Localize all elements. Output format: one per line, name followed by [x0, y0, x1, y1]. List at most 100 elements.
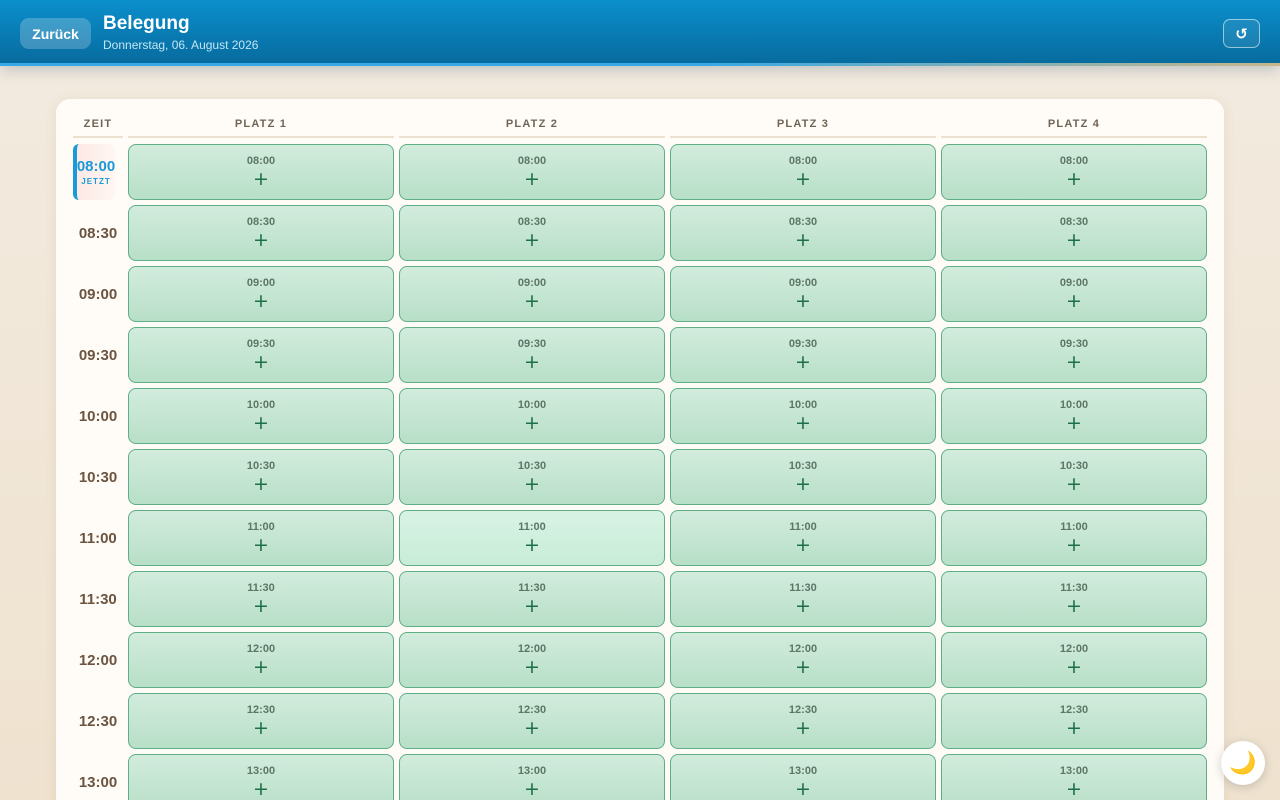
booking-slot[interactable]: 09:30 + — [941, 327, 1207, 383]
page-title: Belegung — [103, 13, 190, 34]
booking-slot[interactable]: 08:30 + — [670, 205, 936, 261]
slot-time: 10:30 — [1059, 460, 1089, 472]
add-booking-icon: + — [1066, 473, 1082, 495]
booking-slot[interactable]: 10:30 + — [128, 449, 394, 505]
slot-time: 11:30 — [1060, 582, 1088, 594]
time-row-label: 10:30 — [78, 468, 118, 486]
booking-slot[interactable]: 09:00 + — [128, 266, 394, 322]
slot-time: 13:00 — [246, 765, 276, 777]
booking-slot[interactable]: 10:00 + — [670, 388, 936, 444]
back-button[interactable]: Zurück — [20, 18, 91, 49]
add-booking-icon: + — [524, 595, 540, 617]
booking-slot[interactable]: 12:00 + — [941, 632, 1207, 688]
booking-slot[interactable]: 12:00 + — [128, 632, 394, 688]
booking-slot[interactable]: 10:30 + — [941, 449, 1207, 505]
booking-slot[interactable]: 09:30 + — [670, 327, 936, 383]
booking-slot[interactable]: 11:00 + — [941, 510, 1207, 566]
time-row-label: 09:30 — [78, 346, 118, 364]
booking-slot[interactable]: 11:00 + — [128, 510, 394, 566]
slot-time: 12:00 — [517, 643, 547, 655]
booking-slot[interactable]: 11:30 + — [399, 571, 665, 627]
add-booking-icon: + — [524, 717, 540, 739]
add-booking-icon: + — [795, 351, 811, 373]
court-header: PLATZ 2 — [399, 118, 665, 138]
slot-time: 08:30 — [517, 216, 547, 228]
slot-time: 10:30 — [788, 460, 818, 472]
booking-slot[interactable]: 09:00 + — [399, 266, 665, 322]
booking-slot[interactable]: 12:30 + — [670, 693, 936, 749]
booking-slot[interactable]: 11:00 + — [670, 510, 936, 566]
booking-slot[interactable]: 11:30 + — [670, 571, 936, 627]
booking-slot[interactable]: 12:30 + — [128, 693, 394, 749]
slot-time: 10:30 — [517, 460, 547, 472]
booking-slot[interactable]: 11:00 + — [399, 510, 665, 566]
booking-slot[interactable]: 09:00 + — [941, 266, 1207, 322]
add-booking-icon: + — [1066, 717, 1082, 739]
slot-time: 09:30 — [246, 338, 276, 350]
app-header: Zurück Belegung Donnerstag, 06. August 2… — [0, 0, 1280, 66]
add-booking-icon: + — [1066, 351, 1082, 373]
current-time-label: 08:00 — [76, 157, 116, 175]
current-time-marker: 08:00 JETZT — [73, 144, 115, 200]
slot-time: 08:00 — [1059, 155, 1089, 167]
booking-slot[interactable]: 12:30 + — [399, 693, 665, 749]
booking-slot[interactable]: 08:00 + — [399, 144, 665, 200]
slot-time: 12:30 — [246, 704, 276, 716]
slot-time: 11:00 — [1060, 521, 1088, 533]
booking-slot[interactable]: 12:30 + — [941, 693, 1207, 749]
add-booking-icon: + — [253, 778, 269, 800]
slot-time: 09:00 — [788, 277, 818, 289]
add-booking-icon: + — [524, 412, 540, 434]
booking-slot[interactable]: 10:00 + — [941, 388, 1207, 444]
booking-slot[interactable]: 08:30 + — [941, 205, 1207, 261]
slot-time: 09:30 — [788, 338, 818, 350]
theme-toggle-button[interactable]: 🌙 — [1221, 741, 1265, 785]
slot-time: 09:30 — [517, 338, 547, 350]
slot-time: 11:00 — [518, 521, 546, 533]
booking-slot[interactable]: 11:30 + — [941, 571, 1207, 627]
add-booking-icon: + — [524, 656, 540, 678]
booking-slot[interactable]: 10:30 + — [670, 449, 936, 505]
add-booking-icon: + — [795, 656, 811, 678]
add-booking-icon: + — [253, 656, 269, 678]
slot-time: 08:30 — [788, 216, 818, 228]
time-row-label: 09:00 — [78, 285, 118, 303]
slot-time: 09:00 — [517, 277, 547, 289]
booking-slot[interactable]: 08:00 + — [128, 144, 394, 200]
booking-slot[interactable]: 10:00 + — [128, 388, 394, 444]
booking-slot[interactable]: 13:00 + — [128, 754, 394, 800]
court-header: PLATZ 3 — [670, 118, 936, 138]
booking-slot[interactable]: 13:00 + — [941, 754, 1207, 800]
booking-slot[interactable]: 09:30 + — [128, 327, 394, 383]
booking-slot[interactable]: 10:30 + — [399, 449, 665, 505]
refresh-button[interactable]: ↺ — [1223, 19, 1260, 48]
slot-time: 11:30 — [247, 582, 275, 594]
refresh-icon: ↺ — [1235, 24, 1248, 43]
booking-slot[interactable]: 08:30 + — [399, 205, 665, 261]
add-booking-icon: + — [253, 229, 269, 251]
booking-slot[interactable]: 12:00 + — [670, 632, 936, 688]
add-booking-icon: + — [253, 351, 269, 373]
booking-slot[interactable]: 09:30 + — [399, 327, 665, 383]
booking-slot[interactable]: 10:00 + — [399, 388, 665, 444]
add-booking-icon: + — [1066, 778, 1082, 800]
slot-time: 08:00 — [246, 155, 276, 167]
time-row-label: 08:30 — [78, 224, 118, 242]
time-column-header: ZEIT — [73, 118, 123, 138]
booking-slot[interactable]: 13:00 + — [670, 754, 936, 800]
slot-time: 08:00 — [517, 155, 547, 167]
booking-slot[interactable]: 11:30 + — [128, 571, 394, 627]
booking-slot[interactable]: 13:00 + — [399, 754, 665, 800]
booking-slot[interactable]: 09:00 + — [670, 266, 936, 322]
add-booking-icon: + — [253, 595, 269, 617]
booking-slot[interactable]: 12:00 + — [399, 632, 665, 688]
booking-slot[interactable]: 08:30 + — [128, 205, 394, 261]
booking-slot[interactable]: 08:00 + — [941, 144, 1207, 200]
add-booking-icon: + — [795, 229, 811, 251]
add-booking-icon: + — [524, 290, 540, 312]
add-booking-icon: + — [795, 290, 811, 312]
page-date: Donnerstag, 06. August 2026 — [103, 38, 259, 52]
booking-slot[interactable]: 08:00 + — [670, 144, 936, 200]
slot-time: 10:00 — [1059, 399, 1089, 411]
court-header: PLATZ 4 — [941, 118, 1207, 138]
